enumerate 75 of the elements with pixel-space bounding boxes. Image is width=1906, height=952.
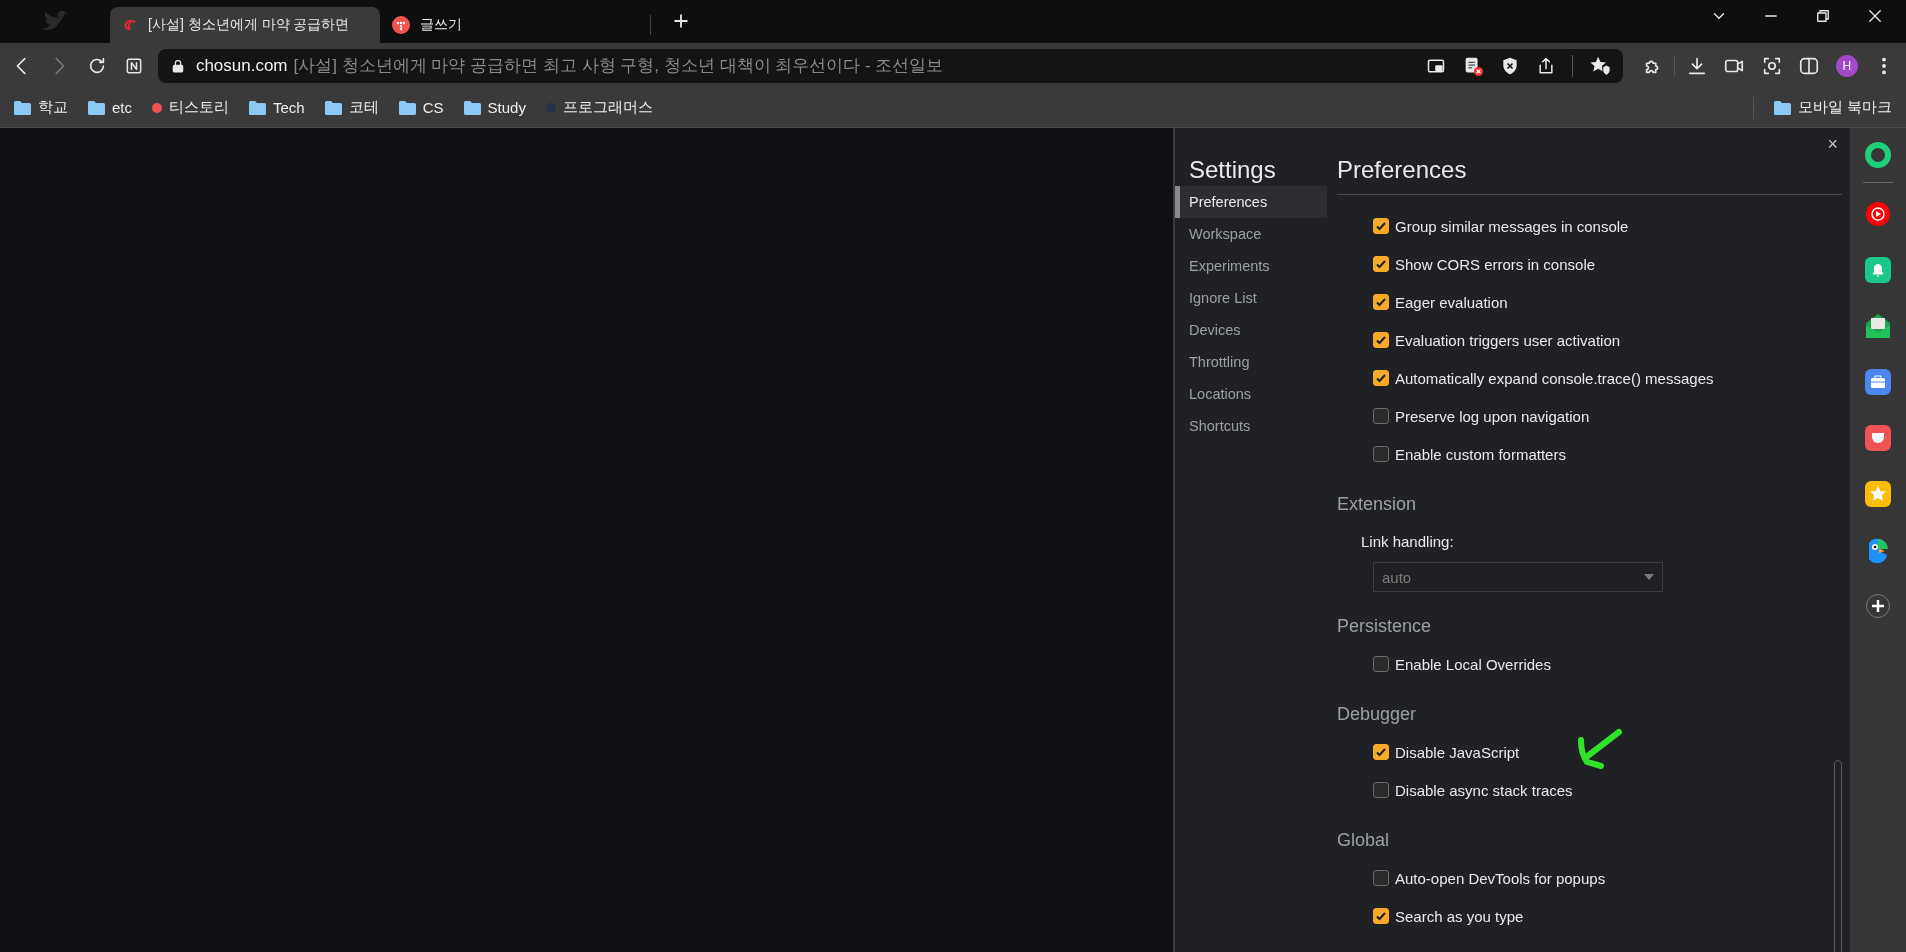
checkbox[interactable] <box>1373 370 1389 386</box>
folder-icon <box>463 100 481 115</box>
checkbox[interactable] <box>1373 446 1389 462</box>
bookmark[interactable]: 티스토리 <box>152 98 229 117</box>
field-label: Link handling: <box>1361 532 1454 550</box>
settings-title: Settings <box>1188 155 1277 185</box>
bookmark[interactable]: Study <box>463 99 526 116</box>
section-heading: Debugger <box>1337 703 1418 726</box>
new-tab-icon[interactable] <box>671 11 691 31</box>
settings-nav-item[interactable]: Devices <box>1175 314 1327 346</box>
bookmark[interactable]: Tech <box>249 99 305 116</box>
checkbox[interactable] <box>1373 408 1389 424</box>
checkbox-label: Group similar messages in console <box>1395 217 1629 235</box>
checkbox-label: Eager evaluation <box>1395 293 1508 311</box>
checkbox-label: Show CORS errors in console <box>1395 255 1596 273</box>
checkbox[interactable] <box>1373 908 1389 924</box>
checkbox-label: Disable JavaScript <box>1395 743 1520 761</box>
settings-nav-item[interactable]: Ignore List <box>1175 282 1327 314</box>
settings-nav-item[interactable]: Shortcuts <box>1175 410 1327 442</box>
bookmark[interactable]: 모바일 북마크 <box>1773 98 1892 117</box>
blog-logo-icon <box>392 16 410 34</box>
url-domain: chosun.com <box>195 55 288 76</box>
settings-nav-item[interactable]: Experiments <box>1175 250 1327 282</box>
ring-app-icon[interactable] <box>1865 142 1891 168</box>
bookmark[interactable]: etc <box>88 99 132 116</box>
checkbox-label: Auto-open DevTools for popups <box>1395 869 1606 887</box>
close-icon[interactable] <box>1866 7 1884 25</box>
settings-nav-item[interactable]: Throttling <box>1175 346 1327 378</box>
mail-app-icon[interactable] <box>1865 313 1891 339</box>
browser-tab[interactable]: 글쓰기 <box>380 7 650 43</box>
address-bar[interactable]: chosun.com [사설] 청소년에게 마약 공급하면 최고 사형 구형, 청소년 대책이 최우선이다 - 조선일보 <box>157 48 1623 83</box>
briefcase-app-icon[interactable] <box>1865 369 1891 395</box>
bookmark[interactable]: 학교 <box>14 98 68 117</box>
profile-avatar[interactable]: H <box>1835 54 1858 77</box>
checkbox[interactable] <box>1373 744 1389 760</box>
bookmark[interactable]: CS <box>398 99 444 116</box>
settings-nav-item[interactable]: Preferences <box>1175 186 1327 218</box>
checkbox-label: Search as you type <box>1395 907 1524 925</box>
folder-icon <box>14 100 31 115</box>
settings-nav-item[interactable]: Locations <box>1175 378 1327 410</box>
bookmark[interactable]: 프로그래머스 <box>545 98 653 117</box>
swoosh-icon <box>122 17 138 33</box>
checkbox[interactable] <box>1373 332 1389 348</box>
checkbox[interactable] <box>1373 656 1389 672</box>
pocket-app-icon[interactable] <box>1865 425 1891 451</box>
checkbox[interactable] <box>1373 256 1389 272</box>
checkbox-label: Enable Local Overrides <box>1395 655 1551 673</box>
folder-icon <box>88 100 105 115</box>
add-icon[interactable] <box>1865 593 1891 619</box>
folder-icon <box>1773 100 1791 115</box>
checkbox-label: Enable custom formatters <box>1395 445 1566 463</box>
browser-tab[interactable]: [사설] 청소년에게 마약 공급하면 <box>110 7 380 43</box>
checkbox-label: Automatically expand console.trace() messages <box>1395 369 1714 387</box>
checkbox[interactable] <box>1373 294 1389 310</box>
section-heading: Persistence <box>1337 615 1433 638</box>
checkbox-label: Preserve log upon navigation <box>1395 407 1590 425</box>
caret-icon <box>1644 574 1654 580</box>
checkbox[interactable] <box>1373 870 1389 886</box>
checkbox-label: Evaluation triggers user activation <box>1395 331 1621 349</box>
close-button[interactable]: × <box>1827 134 1838 155</box>
section-heading: Extension <box>1337 493 1418 516</box>
checkbox[interactable] <box>1373 218 1389 234</box>
star-app-icon[interactable] <box>1865 481 1891 507</box>
settings-nav-item[interactable]: Workspace <box>1175 218 1327 250</box>
section-heading: Global <box>1337 829 1391 852</box>
restore-icon[interactable] <box>1814 7 1832 25</box>
checkbox[interactable] <box>1373 782 1389 798</box>
play-app-icon[interactable] <box>1865 201 1891 227</box>
folder-icon <box>324 100 342 115</box>
folder-icon <box>398 100 416 115</box>
checkbox-label: Disable async stack traces <box>1395 781 1573 799</box>
bell-app-icon[interactable] <box>1865 257 1891 283</box>
page-title: [사설] 청소년에게 마약 공급하면 최고 사형 구형, 청소년 대책이 최우선이다 - 조선일보 <box>293 55 945 77</box>
bookmark[interactable]: 코테 <box>324 98 379 117</box>
folder-icon <box>249 100 266 115</box>
